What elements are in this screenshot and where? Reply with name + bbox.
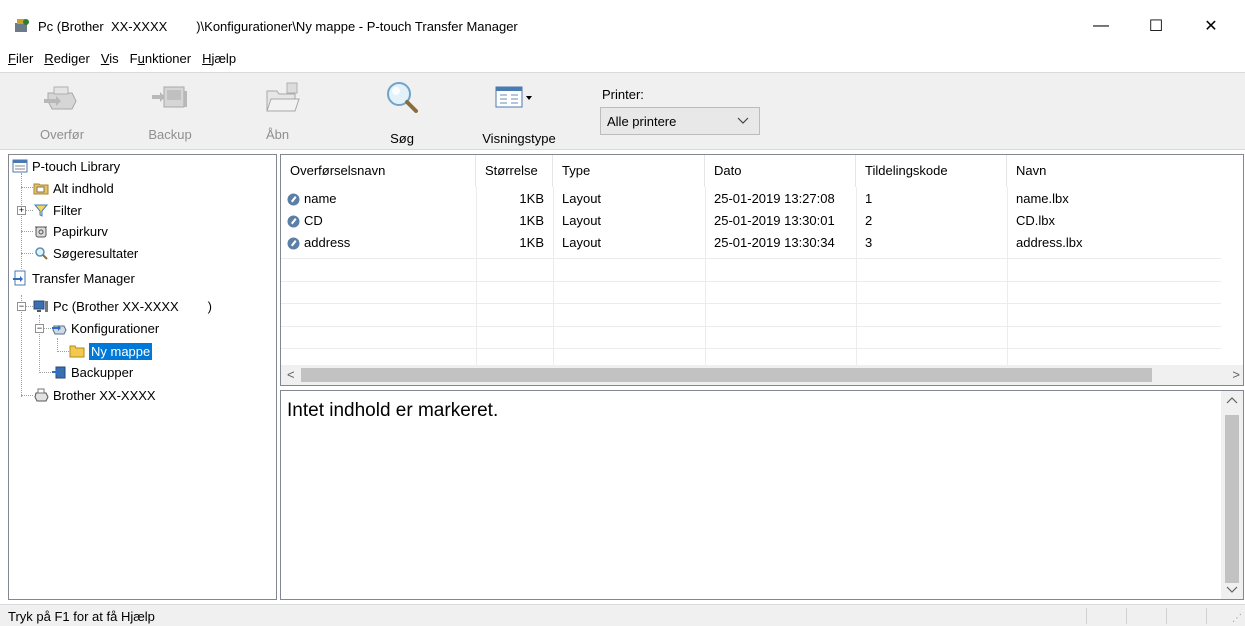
backup-label: Backup — [148, 127, 192, 142]
tree-item-configurations[interactable]: Konfigurationer — [51, 318, 159, 338]
column-size[interactable]: Størrelse — [476, 155, 553, 187]
open-label: Åbn — [266, 127, 290, 142]
menu-bar: Filer Rediger Vis Funktioner Hjælp — [0, 45, 1245, 71]
backup-icon — [52, 366, 66, 379]
tree-item-trash[interactable]: Papirkurv — [33, 221, 108, 241]
transfer-list: Overførselsnavn Størrelse Type Dato Tild… — [280, 154, 1244, 386]
window-title: Pc (Brother XX-XXXX )\Konfigurationer\Ny… — [38, 19, 518, 34]
backup-printer-icon — [152, 86, 187, 108]
column-date[interactable]: Dato — [705, 155, 856, 187]
tree-item-new-folder[interactable]: Ny mappe — [69, 341, 153, 361]
tree-item-all-content[interactable]: Alt indhold — [33, 178, 114, 198]
configuration-printer-icon — [52, 325, 67, 335]
table-row[interactable]: CD 1KB Layout 25-01-2019 13:30:01 2 CD.l… — [281, 211, 1243, 231]
tree-item-pc[interactable]: Pc (Brother XX-XXXX ) — [33, 296, 212, 316]
printer-select-value: Alle printere — [607, 113, 677, 129]
pc-collapse-toggle[interactable]: − — [17, 302, 26, 311]
search-label: Søg — [390, 131, 414, 146]
tree-item-backups[interactable]: Backupper — [51, 362, 133, 382]
magnifier-icon — [387, 82, 418, 113]
scroll-right-icon[interactable]: > — [1232, 367, 1240, 382]
table-row[interactable]: name 1KB Layout 25-01-2019 13:27:08 1 na… — [281, 189, 1243, 209]
horizontal-scroll-thumb[interactable] — [301, 368, 1152, 382]
column-transfer-name[interactable]: Overførselsnavn — [281, 155, 476, 187]
view-list-icon — [495, 86, 532, 108]
transfer-button[interactable]: Overfør — [27, 79, 97, 149]
close-button[interactable]: ✕ — [1188, 11, 1234, 41]
vertical-scroll-thumb[interactable] — [1225, 415, 1239, 583]
maximize-icon: ☐ — [1148, 18, 1164, 35]
scroll-left-icon[interactable]: < — [287, 367, 295, 382]
filter-icon — [33, 204, 49, 217]
scroll-down-icon[interactable] — [1226, 583, 1238, 597]
status-bar: Tryk på F1 for at få Hjælp ⋰ — [0, 604, 1245, 626]
resize-grip-icon[interactable]: ⋰ — [1232, 613, 1242, 624]
column-type[interactable]: Type — [553, 155, 705, 187]
trash-icon — [35, 226, 47, 238]
folder-icon — [69, 345, 85, 358]
title-bar: Pc (Brother XX-XXXX )\Konfigurationer\Ny… — [0, 0, 1245, 45]
layout-file-icon — [287, 237, 300, 249]
configurations-collapse-toggle[interactable]: − — [35, 324, 44, 333]
menu-vis[interactable]: Vis — [101, 51, 119, 66]
horizontal-scrollbar[interactable]: < > — [281, 365, 1243, 385]
printer-select[interactable]: Alle printere — [600, 107, 760, 135]
printer-icon — [34, 388, 49, 402]
column-assign-code[interactable]: Tildelingskode — [856, 155, 1007, 187]
toolbar: Overfør Backup Åbn Søg Visningstype Prin… — [0, 72, 1245, 150]
vertical-scrollbar[interactable] — [1221, 391, 1243, 599]
transfer-printer-icon — [44, 86, 77, 110]
list-header: Overførselsnavn Størrelse Type Dato Tild… — [281, 155, 1243, 187]
tree-item-search-results[interactable]: Søgeresultater — [33, 243, 138, 263]
computer-icon — [33, 300, 48, 312]
tree-item-filter[interactable]: Filter — [33, 200, 82, 220]
viewtype-button[interactable]: Visningstype — [474, 79, 564, 149]
library-icon — [12, 159, 28, 173]
minimize-button[interactable]: — — [1078, 11, 1124, 41]
printer-label: Printer: — [602, 87, 644, 102]
folder-tree: P-touch Library Alt indhold + Filter Pap… — [8, 154, 277, 600]
menu-rediger[interactable]: Rediger — [44, 51, 90, 66]
viewtype-label: Visningstype — [482, 131, 556, 146]
search-button[interactable]: Søg — [372, 79, 432, 149]
p-touch-app-icon — [15, 19, 29, 32]
filter-expand-toggle[interactable]: + — [17, 206, 26, 215]
chevron-down-icon — [737, 114, 749, 129]
menu-funktioner[interactable]: Funktioner — [130, 51, 191, 66]
menu-hjaelp[interactable]: Hjælp — [202, 51, 236, 66]
column-name[interactable]: Navn — [1007, 155, 1243, 187]
maximize-button[interactable]: ☐ — [1133, 11, 1179, 41]
backup-button[interactable]: Backup — [135, 79, 205, 149]
tree-item-library[interactable]: P-touch Library — [12, 156, 120, 176]
folder-content-icon — [33, 183, 49, 195]
tree-item-transfer-manager[interactable]: Transfer Manager — [12, 268, 135, 288]
tree-item-brother-printer[interactable]: Brother XX-XXXX — [33, 385, 156, 405]
layout-file-icon — [287, 215, 300, 227]
minimize-icon: — — [1093, 17, 1109, 34]
layout-file-icon — [287, 193, 300, 205]
status-text: Tryk på F1 for at få Hjælp — [8, 609, 155, 624]
menu-filer[interactable]: Filer — [8, 51, 33, 66]
open-button[interactable]: Åbn — [258, 79, 308, 149]
preview-pane: Intet indhold er markeret. — [280, 390, 1244, 600]
preview-empty-message: Intet indhold er markeret. — [287, 400, 499, 421]
close-icon: ✕ — [1204, 18, 1218, 35]
open-folder-icon — [266, 82, 300, 112]
transfer-label: Overfør — [39, 127, 85, 142]
transfer-manager-icon — [13, 270, 26, 286]
table-row[interactable]: address 1KB Layout 25-01-2019 13:30:34 3… — [281, 233, 1243, 253]
scroll-up-icon[interactable] — [1226, 395, 1238, 409]
search-results-icon — [35, 247, 48, 260]
